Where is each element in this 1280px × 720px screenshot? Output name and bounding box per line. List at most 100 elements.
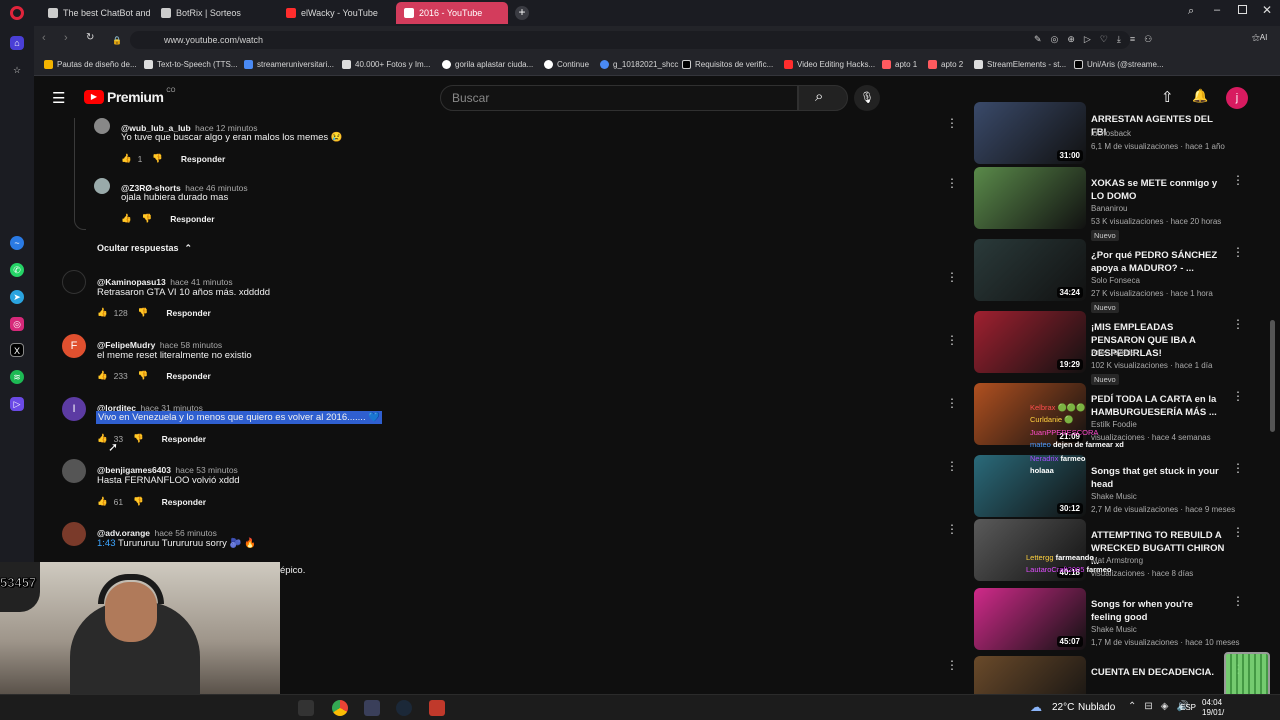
comment-menu-icon[interactable]: ⋮ xyxy=(946,522,958,536)
bookmark-item[interactable]: apto 1 xyxy=(882,60,917,69)
dislike-icon[interactable]: 👎 xyxy=(138,307,149,318)
video-thumbnail[interactable]: 31:00 xyxy=(974,102,1086,164)
new-tab-button[interactable]: + xyxy=(515,6,529,20)
url-field[interactable]: 🔒 www.youtube.com/watch xyxy=(112,31,1130,49)
video-menu-icon[interactable]: ⋮ xyxy=(1232,389,1244,403)
reload-icon[interactable]: ↻ xyxy=(86,32,94,43)
opera-logo-icon[interactable] xyxy=(10,6,24,20)
bell-icon[interactable]: 🔔 xyxy=(1192,88,1208,104)
dislike-icon[interactable]: 👎 xyxy=(142,213,153,224)
like-icon[interactable]: 👍 xyxy=(121,153,132,164)
avatar[interactable]: F xyxy=(62,334,86,358)
comment-menu-icon[interactable]: ⋮ xyxy=(946,116,958,130)
obs-icon[interactable] xyxy=(429,700,445,716)
forward-icon[interactable]: › xyxy=(64,32,68,44)
timestamp-link[interactable]: 1:43 xyxy=(97,538,116,549)
like-icon[interactable]: 👍 xyxy=(97,370,108,381)
comment-author[interactable]: @FelipeMudry xyxy=(97,340,155,350)
steam-icon[interactable] xyxy=(396,700,412,716)
comment-menu-icon[interactable]: ⋮ xyxy=(946,396,958,410)
like-icon[interactable]: 👍 xyxy=(97,307,108,318)
video-menu-icon[interactable]: ⋮ xyxy=(1232,317,1244,331)
bookmark-item[interactable]: apto 2 xyxy=(928,60,963,69)
comment-time[interactable]: hace 56 minutos xyxy=(154,528,216,538)
bookmark-item[interactable]: Text-to-Speech (TTS... xyxy=(144,60,237,69)
channel-name[interactable]: Bananirou xyxy=(1091,204,1127,213)
clock-time[interactable]: 04:04 xyxy=(1202,698,1222,707)
spotify-icon[interactable]: ≋ xyxy=(10,370,24,384)
bookmark-item[interactable]: Video Editing Hacks... xyxy=(784,60,875,69)
search-button[interactable]: ⌕ xyxy=(798,85,848,111)
video-menu-icon[interactable]: ⋮ xyxy=(1232,594,1244,608)
comment-menu-icon[interactable]: ⋮ xyxy=(946,658,958,672)
channel-name[interactable]: Solo Fonseca xyxy=(1091,276,1140,285)
avatar[interactable] xyxy=(94,118,110,134)
weather-temp[interactable]: 22°C xyxy=(1052,702,1074,713)
reply-button[interactable]: Responder xyxy=(162,497,206,507)
bookmark-item[interactable]: Uni/Aris (@streame... xyxy=(1074,60,1164,69)
bookmark-item[interactable]: 40.000+ Fotos y Im... xyxy=(342,60,430,69)
avatar[interactable] xyxy=(62,459,86,483)
comment-author[interactable]: @Kaminopasu13 xyxy=(97,277,166,287)
comment-menu-icon[interactable]: ⋮ xyxy=(946,176,958,190)
video-title[interactable]: Songs that get stuck in your head xyxy=(1091,465,1225,491)
ai-button[interactable]: ⚝AI xyxy=(1252,33,1267,43)
video-thumbnail[interactable] xyxy=(974,167,1086,229)
tab-chatbot[interactable]: The best ChatBot and Wi... xyxy=(40,2,152,24)
video-menu-icon[interactable]: ⋮ xyxy=(1232,173,1244,187)
whatsapp-icon[interactable]: ✆ xyxy=(10,263,24,277)
reply-button[interactable]: Responder xyxy=(170,214,214,224)
messenger-icon[interactable]: ~ xyxy=(10,236,24,250)
avatar[interactable]: I xyxy=(62,397,86,421)
maximize-icon[interactable] xyxy=(1238,5,1247,14)
bookmark-item[interactable]: gorila aplastar ciuda... xyxy=(442,60,533,69)
reply-button[interactable]: Responder xyxy=(181,154,225,164)
comment-author[interactable]: @adv.orange xyxy=(97,528,150,538)
avatar[interactable] xyxy=(62,270,86,294)
comment-time[interactable]: hace 58 minutos xyxy=(160,340,222,350)
reply-button[interactable]: Responder xyxy=(162,434,206,444)
comment-menu-icon[interactable]: ⋮ xyxy=(946,459,958,473)
channel-name[interactable]: luchosback xyxy=(1091,129,1131,138)
avatar[interactable] xyxy=(94,178,110,194)
reply-button[interactable]: Responder xyxy=(166,371,210,381)
folder-icon[interactable] xyxy=(364,700,380,716)
home-icon[interactable]: ⌂ xyxy=(10,36,24,50)
video-title[interactable]: ¿Por qué PEDRO SÁNCHEZ apoya a MADURO? -… xyxy=(1091,249,1225,275)
chrome-icon[interactable] xyxy=(332,700,348,716)
comment-time[interactable]: hace 53 minutos xyxy=(175,465,237,475)
video-title[interactable]: Songs for when you're feeling good xyxy=(1091,598,1225,624)
comment-time[interactable]: hace 41 minutos xyxy=(170,277,232,287)
like-icon[interactable]: 👍 xyxy=(121,213,132,224)
reply-button[interactable]: Responder xyxy=(166,308,210,318)
search-input[interactable]: Buscar xyxy=(440,85,798,111)
video-menu-icon[interactable]: ⋮ xyxy=(1232,245,1244,259)
back-icon[interactable]: ‹ xyxy=(42,32,46,44)
bookmark-item[interactable]: Continue xyxy=(544,60,589,69)
like-icon[interactable]: 👍 xyxy=(97,433,108,444)
star-icon[interactable]: ☆ xyxy=(10,63,24,77)
video-title[interactable]: XOKAS se METE conmigo y LO DOMO xyxy=(1091,177,1225,203)
language-indicator[interactable]: ESP xyxy=(1180,703,1196,712)
dislike-icon[interactable]: 👎 xyxy=(133,433,144,444)
channel-name[interactable]: Mat Armstrong xyxy=(1091,556,1143,565)
channel-name[interactable]: Shake Music xyxy=(1091,625,1137,634)
comment-menu-icon[interactable]: ⋮ xyxy=(946,270,958,284)
menu-icon[interactable]: ☰ xyxy=(52,89,65,107)
tab-elwacky[interactable]: elWacky - YouTube xyxy=(278,2,393,24)
video-thumbnail[interactable]: 45:07 xyxy=(974,588,1086,650)
dislike-icon[interactable]: 👎 xyxy=(152,153,163,164)
channel-name[interactable]: Ariel Joyeria xyxy=(1091,348,1135,357)
search-tabs-icon[interactable]: ⌕ xyxy=(1188,5,1194,18)
bookmark-item[interactable]: g_10182021_shcc xyxy=(600,60,678,69)
bookmark-item[interactable]: streameruniversitari... xyxy=(244,60,334,69)
extensions-icons[interactable]: ✎◎⊕▷♡⤓≡⚇ xyxy=(1034,34,1161,45)
upload-icon[interactable]: ⇧ xyxy=(1161,88,1174,106)
clock-date[interactable]: 19/01/ xyxy=(1202,708,1224,717)
like-icon[interactable]: 👍 xyxy=(97,496,108,507)
comment-author[interactable]: @benjigames6403 xyxy=(97,465,171,475)
instagram-icon[interactable]: ◎ xyxy=(10,317,24,331)
minimize-icon[interactable]: – xyxy=(1214,4,1220,16)
microphone-button[interactable]: 🎙 xyxy=(854,85,880,111)
dislike-icon[interactable]: 👎 xyxy=(138,370,149,381)
